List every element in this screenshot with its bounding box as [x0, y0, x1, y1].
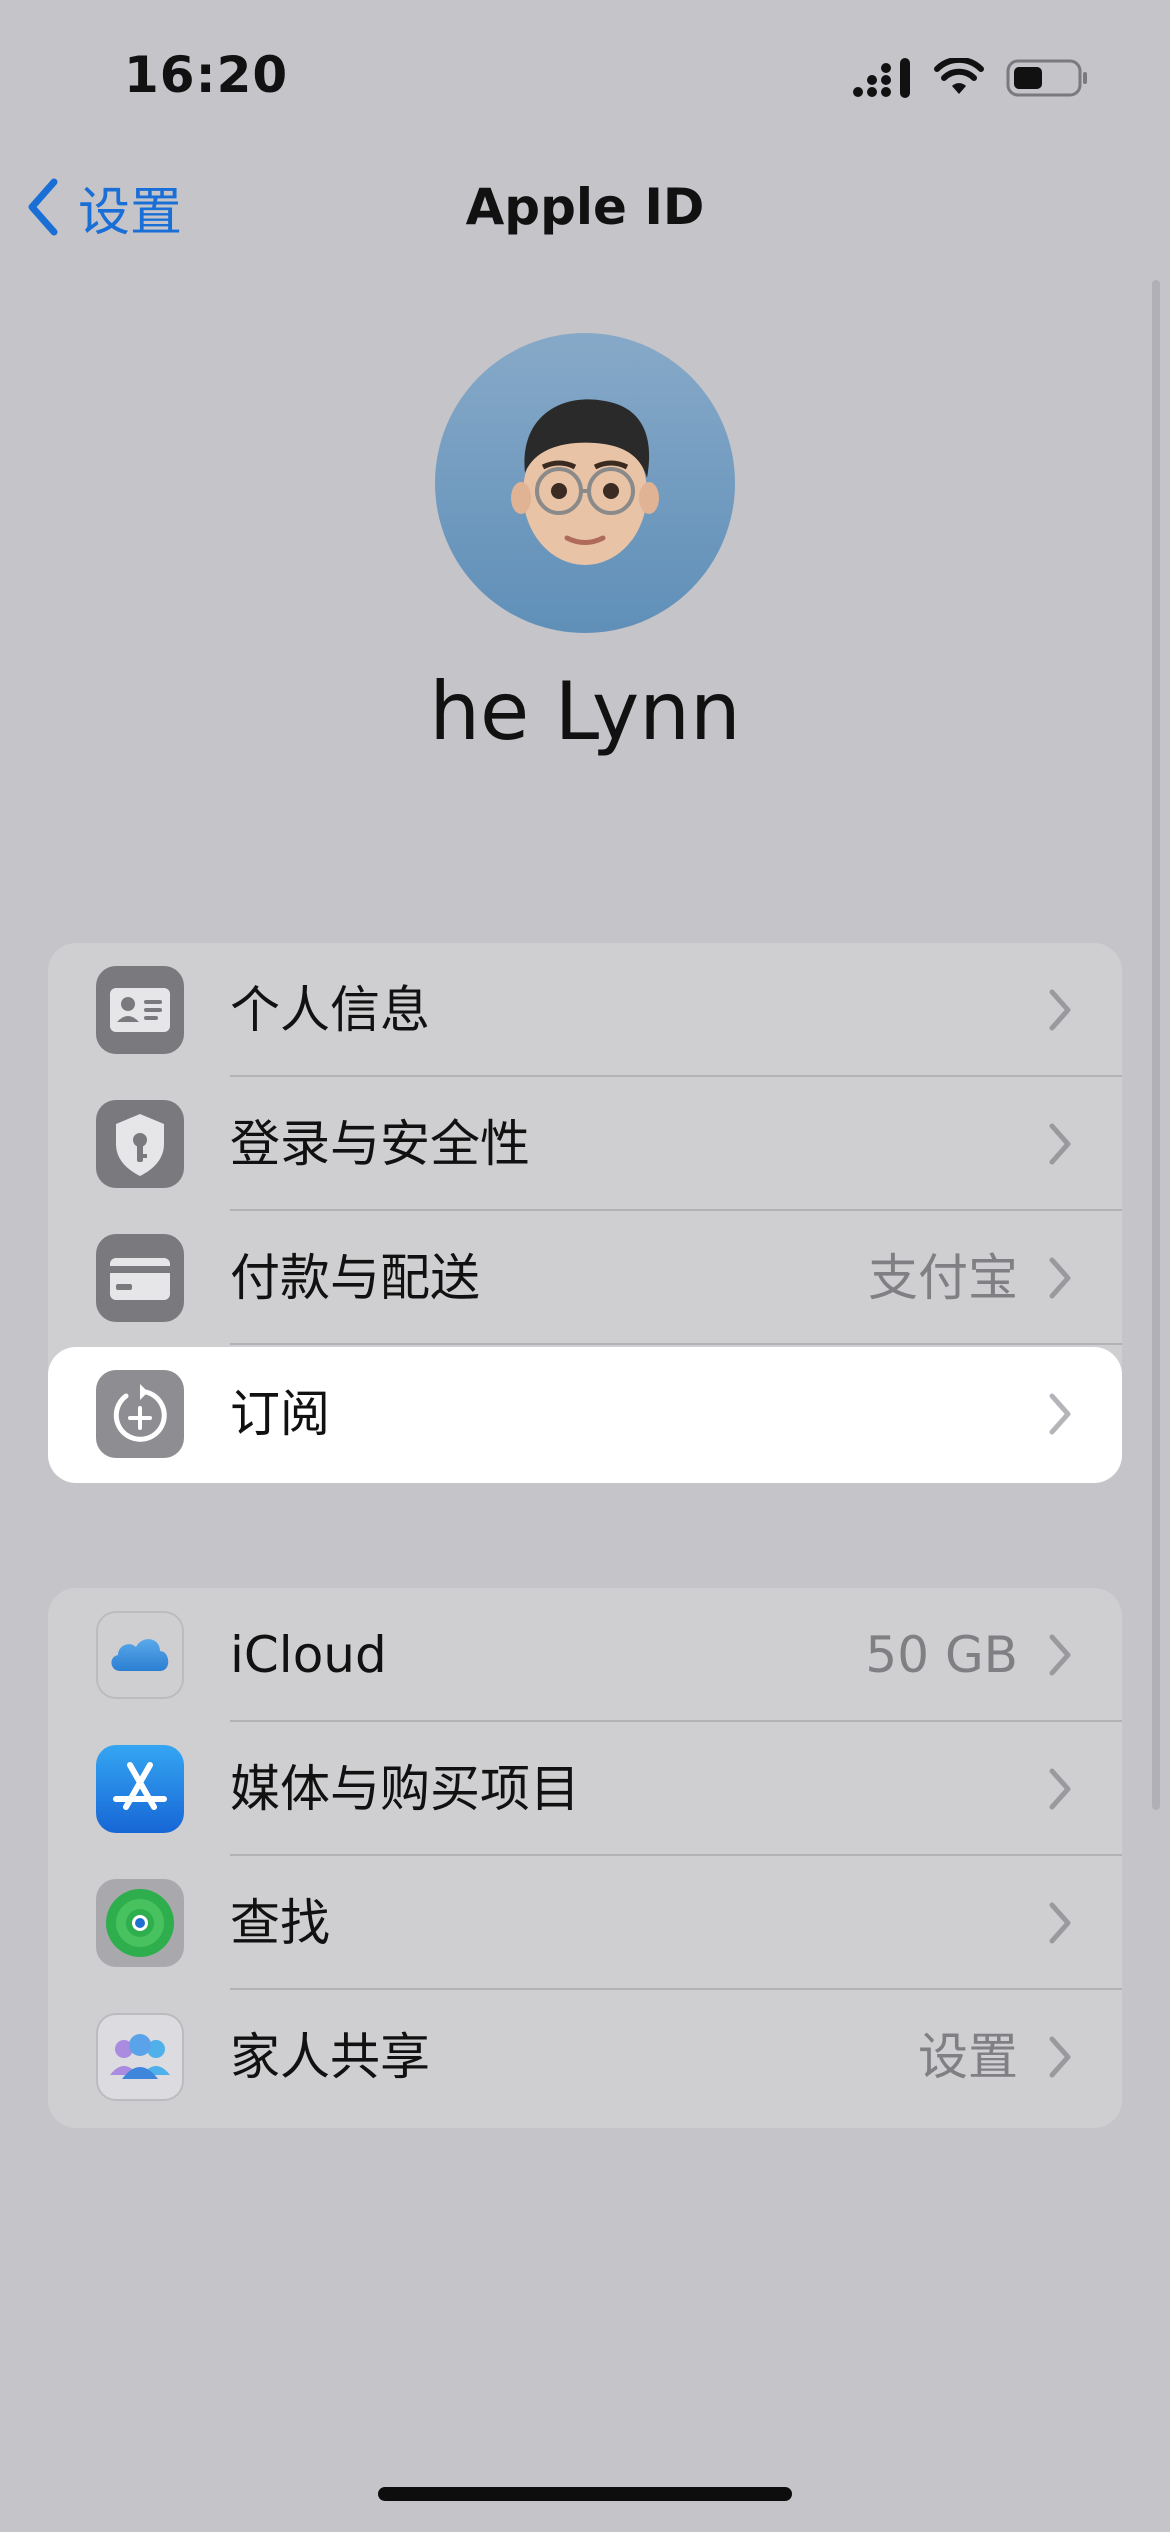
row-label: 订阅: [230, 1385, 330, 1443]
credit-card-icon: [96, 1234, 184, 1322]
row-label: 查找: [230, 1894, 330, 1952]
scroll-indicator[interactable]: [1152, 280, 1160, 1810]
avatar[interactable]: [435, 333, 735, 633]
row-label: 媒体与购买项目: [230, 1760, 580, 1818]
row-subscriptions[interactable]: 订阅: [48, 1347, 1122, 1483]
subscription-icon: [96, 1370, 184, 1458]
status-time: 16:20: [124, 46, 289, 104]
row-personal-info[interactable]: 个人信息: [48, 943, 1122, 1077]
row-find-my[interactable]: 查找: [48, 1856, 1122, 1990]
chevron-right-icon: [1049, 989, 1071, 1031]
row-payment-shipping[interactable]: 付款与配送 支付宝: [48, 1211, 1122, 1345]
chevron-right-icon: [1049, 1393, 1071, 1435]
row-value: 50 GB: [865, 1626, 1018, 1684]
find-my-icon: [96, 1879, 184, 1967]
family-sharing-icon: [96, 2013, 184, 2101]
chevron-right-icon: [1049, 1768, 1071, 1810]
row-separator: [230, 1343, 1122, 1345]
row-media-purchases[interactable]: 媒体与购买项目: [48, 1722, 1122, 1856]
icloud-icon: [96, 1611, 184, 1699]
row-label: 家人共享: [230, 2028, 430, 2086]
home-indicator[interactable]: [378, 2487, 792, 2501]
row-label: 登录与安全性: [230, 1115, 530, 1173]
row-sign-in-security[interactable]: 登录与安全性: [48, 1077, 1122, 1211]
chevron-right-icon: [1049, 1257, 1071, 1299]
battery-icon: [1006, 59, 1087, 97]
contact-card-icon: [96, 966, 184, 1054]
row-value: 设置: [918, 2028, 1018, 2086]
status-icons: [852, 54, 1090, 102]
chevron-right-icon: [1049, 1902, 1071, 1944]
row-value: 支付宝: [868, 1249, 1018, 1307]
chevron-right-icon: [1049, 1634, 1071, 1676]
shield-key-icon: [96, 1100, 184, 1188]
chevron-right-icon: [1049, 1123, 1071, 1165]
profile-name: he Lynn: [429, 665, 741, 758]
wifi-icon: [934, 58, 984, 94]
row-label: 个人信息: [230, 981, 430, 1039]
account-settings-group: 个人信息 登录与安全性 付款与配送 支付宝 订阅: [48, 943, 1122, 1483]
services-group: iCloud 50 GB 媒体与购买项目 查找 家人共享 设置: [48, 1588, 1122, 2128]
chevron-right-icon: [1049, 2036, 1071, 2078]
row-icloud[interactable]: iCloud 50 GB: [48, 1588, 1122, 1722]
page-title: Apple ID: [465, 178, 705, 236]
row-label: 付款与配送: [230, 1249, 480, 1307]
row-label: iCloud: [230, 1626, 387, 1684]
row-family-sharing[interactable]: 家人共享 设置: [48, 1990, 1122, 2124]
cellular-signal-icon: [853, 58, 910, 98]
memoji-avatar-icon: [435, 333, 735, 633]
app-store-icon: [96, 1745, 184, 1833]
